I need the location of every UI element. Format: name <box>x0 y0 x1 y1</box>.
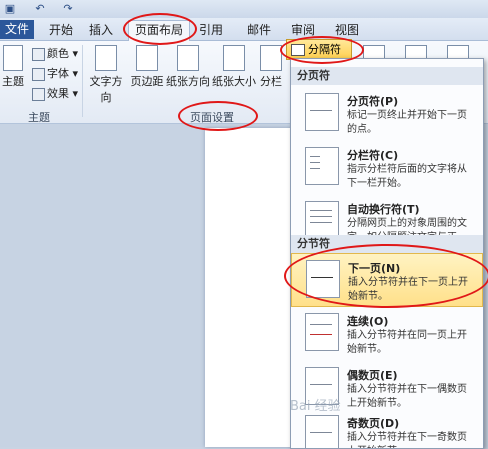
odd-page-icon <box>305 415 339 448</box>
orientation-label: 纸张方向 <box>166 75 210 88</box>
colors-icon <box>32 47 45 61</box>
text-direction-icon <box>95 45 117 71</box>
page-breaks-header: 分页符 <box>291 67 483 85</box>
tab-file[interactable]: 文件 <box>0 20 34 39</box>
menu-item-desc: 插入分节符并在同一页上开始新节。 <box>347 330 467 355</box>
menu-item-continuous[interactable]: 连续(O) 插入分节符并在同一页上开始新节。 <box>291 307 483 361</box>
menu-item-desc: 标记一页终止并开始下一页的点。 <box>347 110 467 135</box>
page-break-icon <box>305 93 339 131</box>
text-direction-label: 文字方向 <box>89 75 123 104</box>
annotation-oval-page-layout <box>123 13 197 45</box>
margins-label: 页边距 <box>130 75 164 88</box>
menu-item-desc: 指示分栏符后面的文字将从下一栏开始。 <box>347 164 467 189</box>
theme-group-label: 主题 <box>28 111 50 124</box>
group-separator <box>82 45 83 117</box>
margins-icon <box>136 45 158 71</box>
columns-label: 分栏 <box>260 75 282 88</box>
annotation-oval-page-setup <box>178 101 258 131</box>
menu-item-title: 连续(O) <box>347 315 389 328</box>
themes-label: 主题 <box>2 75 24 88</box>
menu-item-title: 分栏符(C) <box>347 149 399 162</box>
orientation-button[interactable]: 纸张方向 <box>166 45 210 89</box>
theme-fonts-button[interactable]: 字体 ▾ <box>32 65 78 81</box>
orientation-icon <box>177 45 199 71</box>
fonts-label: 字体 <box>47 67 69 80</box>
tab-home[interactable]: 开始 <box>46 21 76 39</box>
effects-icon <box>32 87 45 101</box>
page-size-icon <box>223 45 245 71</box>
ribbon-tabs: 文件 开始 插入 页面布局 引用 邮件 审阅 视图 <box>0 18 488 41</box>
save-icon[interactable]: ▣ <box>4 3 16 15</box>
menu-item-title: 奇数页(D) <box>347 417 400 430</box>
menu-item-desc: 插入分节符并在下一奇数页上开始新节。 <box>347 432 467 448</box>
colors-label: 颜色 <box>47 47 69 60</box>
theme-colors-button[interactable]: 颜色 ▾ <box>32 45 78 61</box>
tab-mailings[interactable]: 邮件 <box>244 21 274 39</box>
fonts-icon <box>32 67 45 81</box>
continuous-icon <box>305 313 339 351</box>
column-break-icon <box>305 147 339 185</box>
text-wrapping-icon <box>305 201 339 239</box>
menu-item-column-break[interactable]: 分栏符(C) 指示分栏符后面的文字将从下一栏开始。 <box>291 141 483 195</box>
annotation-oval-breaks <box>280 36 364 64</box>
undo-icon[interactable]: ↶ <box>34 3 46 15</box>
text-direction-button[interactable]: 文字方向 <box>86 45 126 105</box>
themes-button[interactable]: 主题 <box>0 45 26 89</box>
theme-effects-button[interactable]: 效果 ▾ <box>32 85 78 101</box>
columns-icon <box>260 45 282 71</box>
margins-button[interactable]: 页边距 <box>130 45 164 89</box>
menu-item-odd-page[interactable]: 奇数页(D) 插入分节符并在下一奇数页上开始新节。 <box>291 409 483 448</box>
menu-item-desc: 插入分节符并在下一偶数页上开始新节。 <box>347 384 467 409</box>
menu-item-title: 自动换行符(T) <box>347 203 420 216</box>
annotation-oval-next-page <box>284 244 488 308</box>
size-label: 纸张大小 <box>212 75 256 88</box>
size-button[interactable]: 纸张大小 <box>212 45 256 89</box>
redo-icon[interactable]: ↷ <box>62 3 74 15</box>
quick-access-toolbar: ▣ ↶ ↷ <box>0 0 488 18</box>
effects-label: 效果 <box>47 87 69 100</box>
watermark-text: Bai 经验 <box>290 399 341 414</box>
tab-references[interactable]: 引用 <box>196 21 226 39</box>
menu-item-title: 分页符(P) <box>347 95 399 108</box>
tab-insert[interactable]: 插入 <box>86 21 116 39</box>
menu-item-page-break[interactable]: 分页符(P) 标记一页终止并开始下一页的点。 <box>291 87 483 141</box>
themes-icon <box>3 45 23 71</box>
menu-item-title: 偶数页(E) <box>347 369 398 382</box>
